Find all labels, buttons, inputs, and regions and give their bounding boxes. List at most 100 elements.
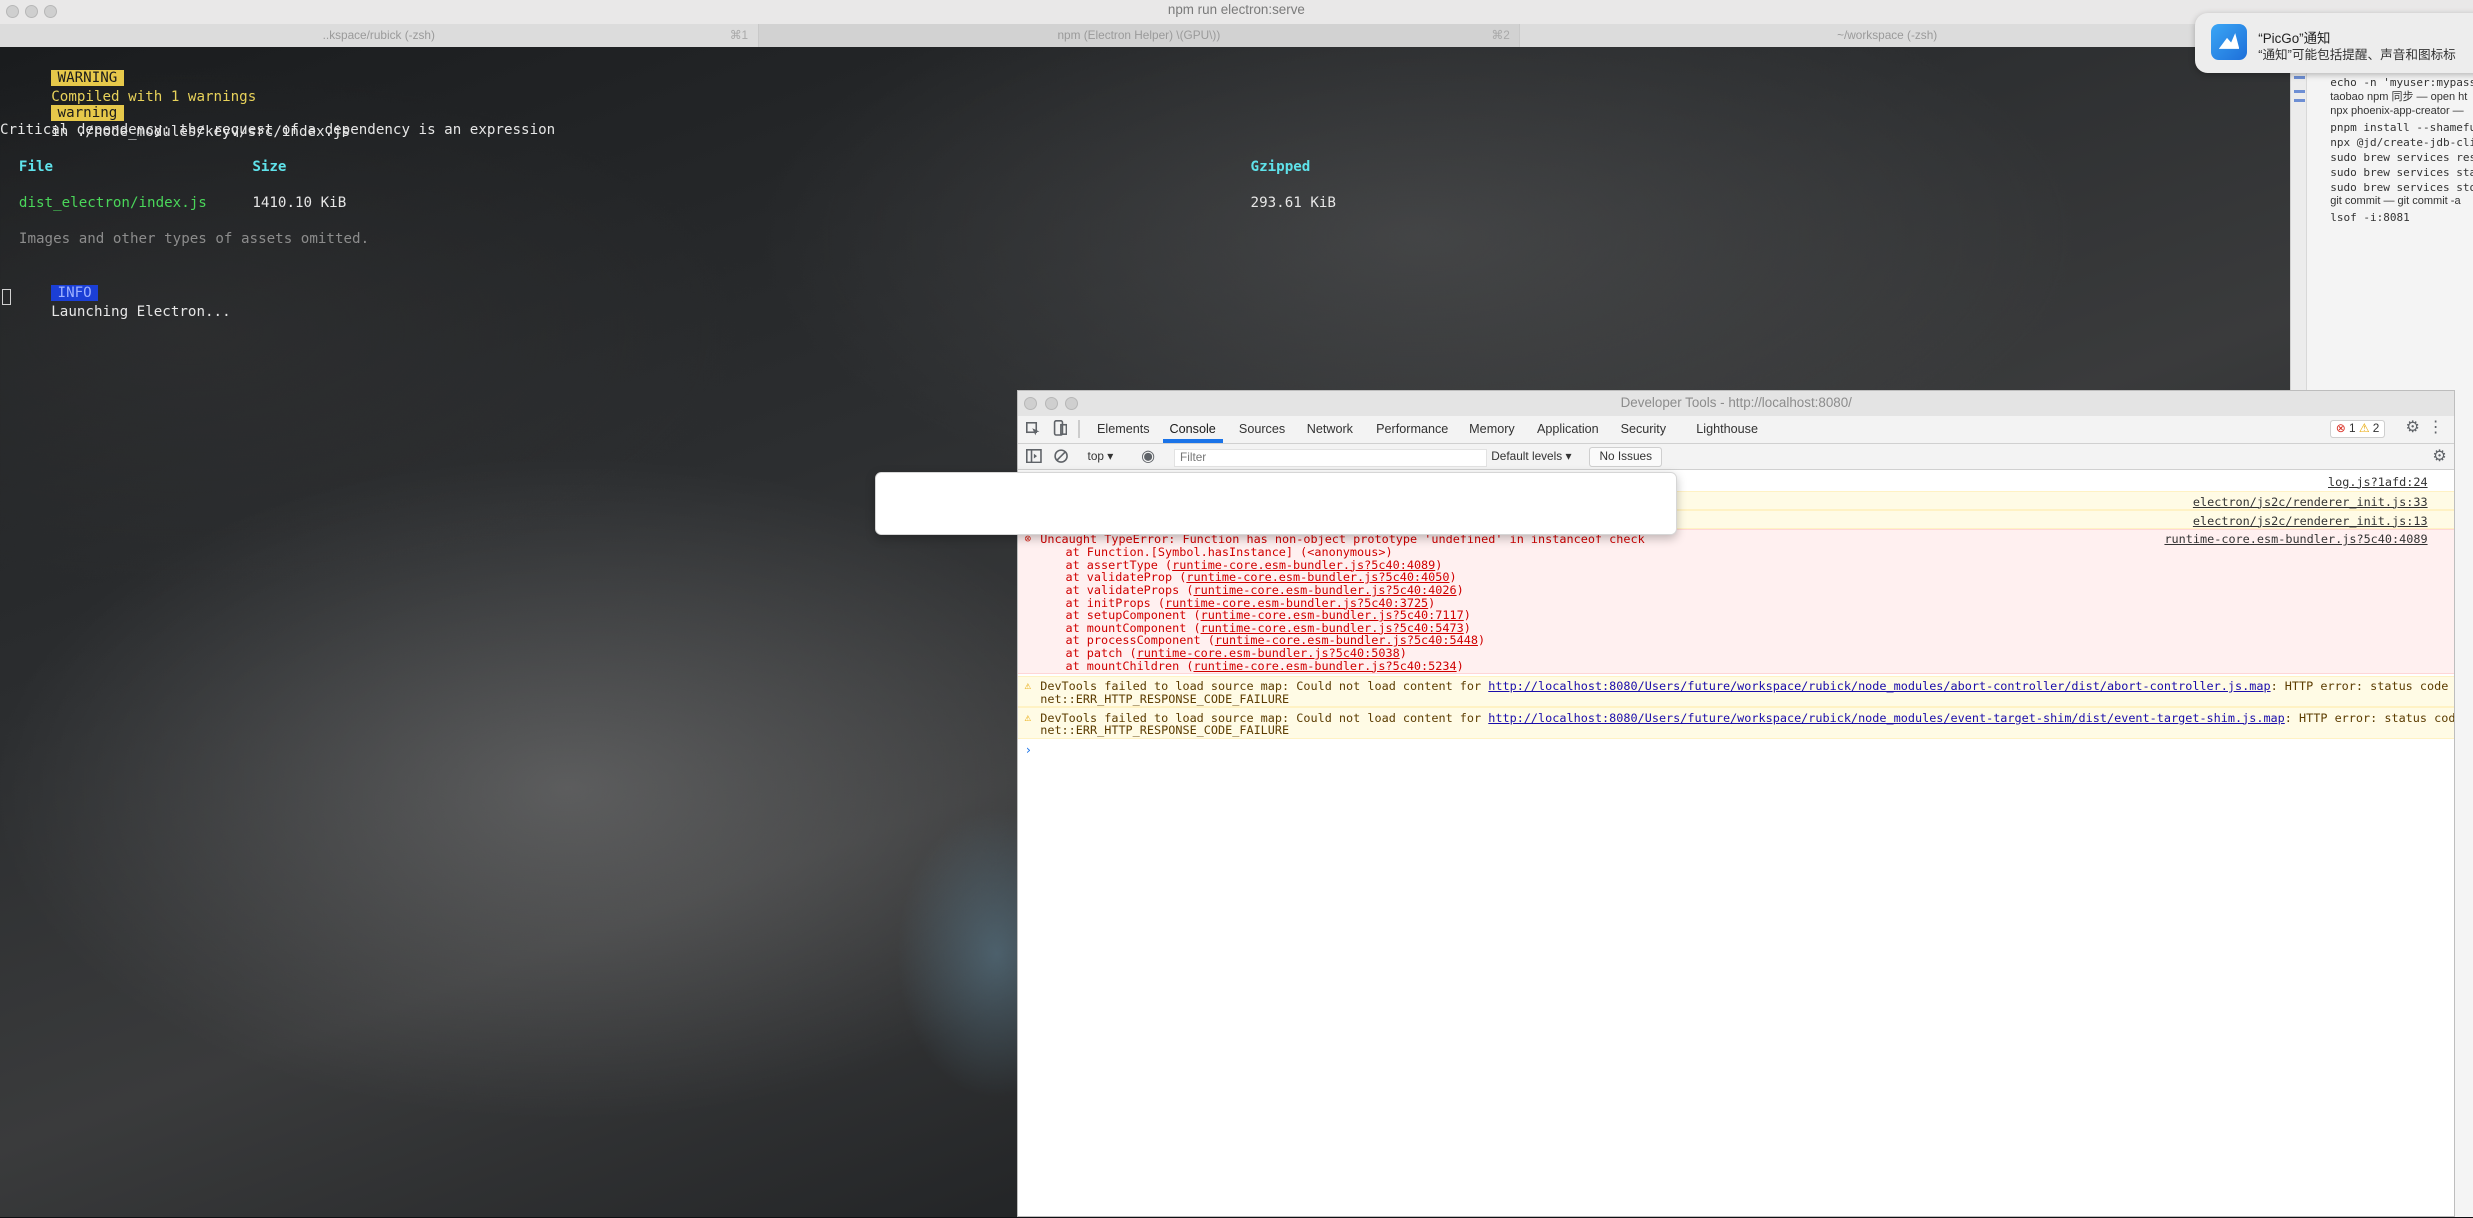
window-title: npm run electron:serve	[1167, 1, 1305, 17]
scroll-marker	[2293, 99, 2305, 103]
source-link[interactable]: log.js?1afd:24	[2328, 475, 2428, 489]
devtools-tab-bar: Elements Console Sources Network Perform…	[1018, 415, 2455, 444]
console-prompt-chevron-icon[interactable]: ›	[1024, 742, 1032, 757]
issue-counts-button[interactable]: ⊗ 1 ⚠ 2	[2330, 420, 2385, 439]
snippet-item[interactable]: npx @jd/create-jdb-cli	[2330, 136, 2473, 150]
context-selector-value: top	[1087, 448, 1104, 463]
snippet-item[interactable]: pnpm install --shamefu	[2330, 121, 2473, 135]
table-cell-file: dist_electron/index.js	[18, 194, 207, 211]
stack-frame-text: )	[1456, 582, 1464, 597]
critical-dependency-text: Critical dependency: the request of a de…	[0, 122, 556, 139]
table-header-gzipped: Gzipped	[1250, 158, 1311, 175]
tab-network[interactable]: Network	[1307, 422, 1353, 436]
console-warning-message: ⚠ DevTools failed to load source map: Co…	[1018, 675, 2455, 708]
warning-badge: warning	[51, 105, 124, 122]
log-levels-dropdown[interactable]: Default levels ▾	[1491, 449, 1571, 463]
live-expression-eye-icon[interactable]: ◉	[1141, 448, 1155, 465]
sourcemap-warning-code: net::ERR_HTTP_RESPONSE_CODE_FAILURE	[1040, 723, 1290, 738]
snippet-item[interactable]: npx phoenix-app-creator —	[2330, 104, 2463, 118]
snippet-item[interactable]: lsof -i:8081	[2330, 211, 2410, 225]
tab-security[interactable]: Security	[1621, 422, 1667, 436]
terminal-tab-2[interactable]: npm (Electron Helper) \(GPU\)) ⌘2	[758, 23, 1521, 48]
table-cell-gzipped: 293.61 KiB	[1250, 194, 1336, 211]
warning-icon: ⚠	[1024, 710, 1032, 724]
tab-performance[interactable]: Performance	[1376, 422, 1448, 436]
warning-icon: ⚠	[2358, 421, 2370, 436]
toolbar-divider	[1078, 420, 1080, 438]
stack-frame: at mountChildren (runtime-core.esm-bundl…	[1065, 658, 1464, 673]
snippet-item[interactable]: taobao npm 同步 — open ht	[2330, 90, 2467, 104]
floating-input-overlay[interactable]	[875, 471, 1677, 536]
console-warning-message: ⚠ DevTools failed to load source map: Co…	[1018, 707, 2456, 740]
table-header-file: File	[18, 158, 54, 175]
terminal-tab-label: npm (Electron Helper) \(GPU\))	[1057, 28, 1221, 43]
tab-memory[interactable]: Memory	[1469, 422, 1515, 436]
devtools-titlebar: Developer Tools - http://localhost:8080/	[1018, 390, 2455, 417]
show-sidebar-icon[interactable]	[1026, 448, 1042, 468]
stack-frame-link[interactable]: runtime-core.esm-bundler.js?5c40:5234	[1193, 659, 1456, 673]
error-icon: ⊗	[2335, 421, 2346, 436]
sourcemap-url-link[interactable]: http://localhost:8080/Users/future/works…	[1488, 679, 2270, 693]
warning-icon: ⚠	[1024, 679, 1032, 693]
stack-frame-text: )	[1477, 633, 1486, 648]
source-link[interactable]: runtime-core.esm-bundler.js?5c40:4089	[2164, 533, 2427, 546]
terminal-cursor	[1, 288, 12, 305]
terminal-titlebar: npm run electron:serve	[0, 0, 2473, 24]
console-settings-gear-icon[interactable]: ⚙	[2432, 448, 2446, 465]
terminal-tab-shortcut: ⌘1	[729, 28, 749, 43]
devtools-title: Developer Tools - http://localhost:8080/	[1620, 395, 1852, 411]
chevron-down-icon: ▾	[1107, 448, 1114, 463]
terminal-tab-bar: ..kspace/rubick (-zsh) ⌘1 npm (Electron …	[0, 23, 2473, 48]
console-error-message: ⊗ Uncaught TypeError: Function has non-o…	[1018, 529, 2455, 675]
sourcemap-warning-code: net::ERR_HTTP_RESPONSE_CODE_FAILURE	[1040, 691, 1290, 706]
device-toolbar-icon[interactable]	[1053, 420, 1068, 441]
inspect-element-icon[interactable]	[1026, 422, 1040, 441]
table-header-size: Size	[252, 158, 287, 175]
sourcemap-url-link[interactable]: http://localhost:8080/Users/future/works…	[1488, 711, 2285, 725]
omitted-assets-text: Images and other types of assets omitted…	[18, 231, 370, 248]
tab-lighthouse[interactable]: Lighthouse	[1696, 422, 1758, 436]
notification-body: “通知”可能包括提醒、声音和图标标	[2258, 48, 2456, 63]
snippet-item[interactable]: echo -n 'myuser:mypass	[2330, 76, 2473, 90]
clear-console-icon[interactable]	[1054, 449, 1069, 468]
sourcemap-warning-text: : HTTP error: status code 404,	[2284, 710, 2456, 725]
sourcemap-warning-text: DevTools failed to load source map: Coul…	[1040, 679, 1489, 694]
source-link[interactable]: electron/js2c/renderer_init.js:13	[2193, 514, 2428, 528]
scroll-marker	[2293, 75, 2305, 79]
filter-input[interactable]: Filter	[1174, 448, 1487, 467]
source-link[interactable]: electron/js2c/renderer_init.js:33	[2193, 495, 2428, 509]
snippet-item[interactable]: sudo brew services res	[2330, 151, 2473, 165]
snippet-item[interactable]: sudo brew services sta	[2330, 166, 2473, 180]
settings-gear-icon[interactable]: ⚙	[2406, 420, 2420, 436]
tab-sources[interactable]: Sources	[1239, 422, 1285, 436]
system-notification[interactable]: “PicGo”通知 “通知”可能包括提醒、声音和图标标	[2195, 12, 2473, 73]
warning-count: 2	[2372, 421, 2380, 436]
picgo-app-icon	[2210, 23, 2248, 60]
terminal-tab-1[interactable]: ..kspace/rubick (-zsh) ⌘1	[0, 23, 759, 48]
console-toolbar: top ▾ ◉ Filter Default levels ▾ No Issue…	[1018, 444, 2455, 471]
console-messages[interactable]: log.js?1afd:24 electron/js2c/renderer_in…	[1018, 471, 2454, 1217]
sourcemap-warning-text: : HTTP error: status code 404,	[2270, 679, 2449, 694]
terminal-tab-shortcut: ⌘2	[1491, 28, 1510, 43]
stack-frame-text: )	[1456, 658, 1464, 673]
issues-button[interactable]: No Issues	[1589, 447, 1663, 467]
log-levels-value: Default levels	[1491, 448, 1563, 463]
filter-placeholder: Filter	[1179, 449, 1207, 464]
warning-badge: WARNING	[51, 70, 124, 87]
more-options-icon[interactable]: ⋮	[2428, 420, 2444, 436]
info-text: Launching Electron...	[51, 303, 231, 320]
snippet-item[interactable]: git commit — git commit -a	[2330, 194, 2460, 208]
tab-application[interactable]: Application	[1537, 422, 1599, 436]
context-selector[interactable]: top ▾	[1088, 449, 1114, 463]
stack-frame-text: at mountChildren (	[1065, 658, 1194, 673]
table-cell-size: 1410.10 KiB	[252, 194, 347, 211]
tab-elements[interactable]: Elements	[1097, 422, 1150, 436]
terminal-tab-3[interactable]: ~/workspace (-zsh)	[1520, 23, 2256, 48]
info-badge: INFO	[51, 284, 99, 301]
screen: npm run electron:serve ..kspace/rubick (…	[0, 0, 2473, 1218]
chevron-down-icon: ▾	[1565, 448, 1572, 463]
error-icon: ⊗	[1024, 532, 1032, 546]
active-tab-indicator	[1163, 439, 1224, 443]
error-count: 1	[2348, 421, 2356, 436]
tab-console[interactable]: Console	[1170, 422, 1216, 436]
